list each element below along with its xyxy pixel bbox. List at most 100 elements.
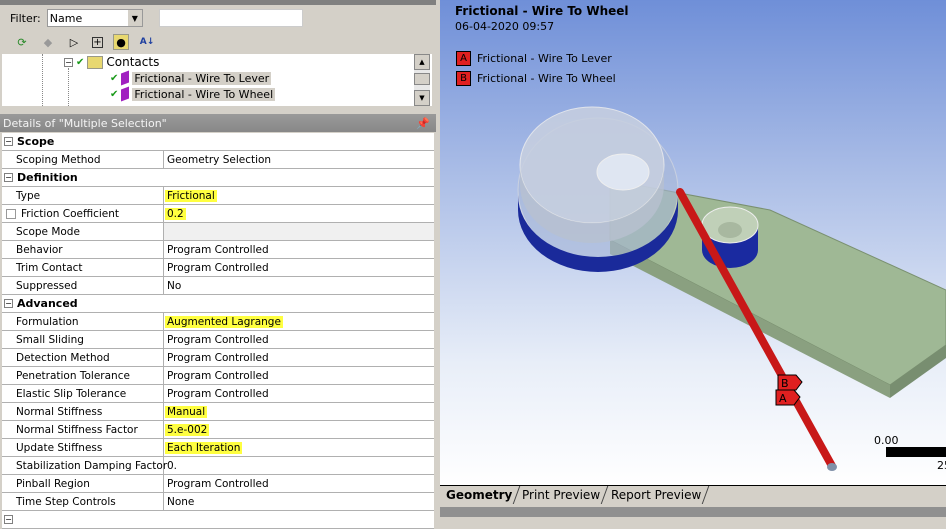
tab-print-preview[interactable]: Print Preview [515,486,609,504]
contact-icon [121,70,130,86]
property-value[interactable]: Program Controlled [164,259,434,276]
bottom-strip [440,507,946,517]
property-row[interactable]: Elastic Slip Tolerance Program Controlled [2,385,434,403]
chevron-down-icon[interactable]: ▼ [127,10,142,26]
property-label: Penetration Tolerance [16,369,130,382]
property-label: Friction Coefficient [21,207,120,220]
property-row[interactable]: Update Stiffness Each Iteration [2,439,434,457]
folder-icon[interactable]: ● [113,34,129,50]
collapse-icon[interactable]: − [4,299,13,308]
tree-toolbar: ⟳ ◆ ▷ + ● A↓ [2,31,432,53]
property-label: Behavior [16,243,63,256]
property-row[interactable]: Suppressed No [2,277,434,295]
property-value-text: No [167,279,182,292]
sort-az-icon[interactable]: A↓ [139,34,155,50]
property-label: Normal Stiffness Factor [16,423,138,436]
property-value[interactable]: Each Iteration [164,439,434,456]
property-row[interactable]: Type Frictional [2,187,434,205]
probe-icon[interactable]: ▷ [66,34,82,50]
collapse-icon[interactable]: − [4,137,13,146]
property-value-text: Program Controlled [167,369,269,382]
section-header-scope[interactable]: − Scope [2,133,434,151]
section-header-label: − Definition [2,169,78,186]
eraser-icon[interactable]: ◆ [40,34,56,50]
property-label: Scoping Method [16,153,101,166]
collapse-icon[interactable]: − [4,173,13,182]
tree-node-contact[interactable]: ✔ Frictional - Wire To Wheel [110,86,276,102]
property-row[interactable]: Trim Contact Program Controlled [2,259,434,277]
property-name: Normal Stiffness Factor [2,421,164,438]
property-row[interactable]: Formulation Augmented Lagrange [2,313,434,331]
scroll-up-icon[interactable]: ▲ [414,54,430,70]
property-value[interactable]: 0.2 [164,205,434,222]
property-value[interactable]: Program Controlled [164,241,434,258]
property-label: Elastic Slip Tolerance [16,387,127,400]
property-name: Type [2,187,164,204]
property-value-text: Manual [165,405,208,418]
tab-geometry[interactable]: Geometry [438,486,521,504]
property-value[interactable]: Program Controlled [164,475,434,492]
filter-bar: Filter: Name ▼ [2,6,432,30]
property-row[interactable]: Behavior Program Controlled [2,241,434,259]
property-row[interactable]: Small Sliding Program Controlled [2,331,434,349]
property-value-text: Program Controlled [167,261,269,274]
scroll-thumb[interactable] [414,73,430,85]
property-value[interactable]: Program Controlled [164,385,434,402]
parameter-checkbox[interactable] [6,208,16,219]
filter-label: Filter: [10,11,41,25]
scroll-down-icon[interactable]: ▼ [414,90,430,106]
tree-scrollbar[interactable]: ▲ ▼ [414,54,430,106]
property-value[interactable]: No [164,277,434,294]
probe-tag-b: B [781,377,789,390]
property-row[interactable]: Scope Mode [2,223,434,241]
property-row[interactable]: Pinball Region Program Controlled [2,475,434,493]
property-row[interactable]: Normal Stiffness Manual [2,403,434,421]
tree-node-contacts[interactable]: − ✔ Contacts [64,54,159,70]
property-label: Trim Contact [16,261,83,274]
tree-node-label: Frictional - Wire To Wheel [132,87,276,101]
property-row[interactable]: Friction Coefficient 0.2 [2,205,434,223]
property-name: Scope Mode [2,223,164,240]
property-value[interactable]: Augmented Lagrange [164,313,434,330]
tree-node-contact[interactable]: ✔ Frictional - Wire To Lever [110,70,272,86]
property-row[interactable]: Time Step Controls None [2,493,434,511]
property-name: Suppressed [2,277,164,294]
property-name: Scoping Method [2,151,164,168]
property-name: Normal Stiffness [2,403,164,420]
property-label: Normal Stiffness [16,405,103,418]
outline-tree: − ✔ Contacts ✔ Frictional - Wire To Leve… [2,54,432,106]
property-value[interactable]: Program Controlled [164,331,434,348]
tab-report-preview[interactable]: Report Preview [603,486,710,504]
property-value[interactable]: Program Controlled [164,349,434,366]
property-row[interactable]: Normal Stiffness Factor 5.e-002 [2,421,434,439]
collapse-icon[interactable]: − [64,57,73,67]
property-row[interactable]: Detection Method Program Controlled [2,349,434,367]
graphics-viewport[interactable]: Frictional - Wire To Wheel 06-04-2020 09… [440,0,946,485]
property-value[interactable]: 5.e-002 [164,421,434,438]
property-value[interactable]: 0. [164,457,434,474]
check-icon: ✔ [110,88,119,100]
property-value[interactable]: Manual [164,403,434,420]
section-header-advanced[interactable]: − Advanced [2,295,434,313]
filter-search-input[interactable] [158,9,303,27]
property-row[interactable]: Scoping Method Geometry Selection [2,151,434,169]
property-value[interactable]: Program Controlled [164,367,434,384]
refresh-icon[interactable]: ⟳ [14,34,30,50]
property-value-text: Each Iteration [165,441,243,454]
property-value[interactable]: None [164,493,434,510]
property-value[interactable] [164,223,434,240]
section-header-definition[interactable]: − Definition [2,169,434,187]
pin-icon[interactable]: 📌 [416,117,430,130]
collapse-icon[interactable]: − [4,515,13,524]
property-value[interactable]: Frictional [164,187,434,204]
property-row[interactable]: Stabilization Damping Factor 0. [2,457,434,475]
section-header-partial[interactable]: − [2,511,434,529]
filter-select[interactable]: Name ▼ [46,9,143,27]
property-value[interactable]: Geometry Selection [164,151,434,168]
property-value-text: Program Controlled [167,477,269,490]
property-value-text: Program Controlled [167,243,269,256]
property-row[interactable]: Penetration Tolerance Program Controlled [2,367,434,385]
expand-icon[interactable]: + [92,36,103,48]
left-panel: Filter: Name ▼ ⟳ ◆ ▷ + ● A↓ − ✔ Contacts … [0,0,436,529]
property-value-text: None [167,495,195,508]
